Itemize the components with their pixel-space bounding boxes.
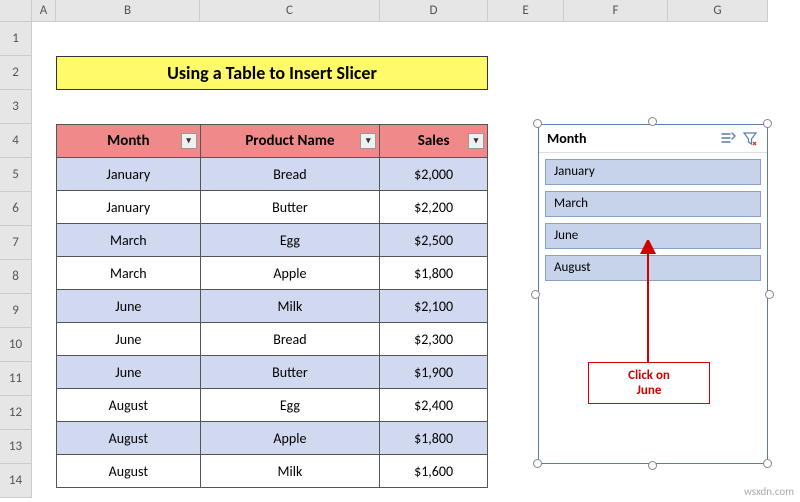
select-all-corner[interactable] xyxy=(0,0,32,21)
cell-product[interactable]: Egg xyxy=(200,389,380,422)
cell-product[interactable]: Bread xyxy=(200,323,380,356)
col-header-e[interactable]: E xyxy=(488,0,564,21)
table-row: JanuaryButter$2,200 xyxy=(57,191,488,224)
col-header-sales-label: Sales xyxy=(418,132,450,150)
table-row: MarchEgg$2,500 xyxy=(57,224,488,257)
row-header-1[interactable]: 1 xyxy=(0,22,32,56)
cell-sales[interactable]: $1,800 xyxy=(380,422,488,455)
cell-product[interactable]: Bread xyxy=(200,158,380,191)
slicer-item-january[interactable]: January xyxy=(545,159,761,185)
row-header-3[interactable]: 3 xyxy=(0,90,32,124)
cell-product[interactable]: Apple xyxy=(200,257,380,290)
cell-product[interactable]: Butter xyxy=(200,191,380,224)
multi-select-icon[interactable] xyxy=(719,130,737,148)
slicer-item-march[interactable]: March xyxy=(545,191,761,217)
col-header-f[interactable]: F xyxy=(564,0,668,21)
cell-sales[interactable]: $2,400 xyxy=(380,389,488,422)
cell-month[interactable]: March xyxy=(57,257,201,290)
row-header-9[interactable]: 9 xyxy=(0,294,32,328)
col-header-g[interactable]: G xyxy=(668,0,768,21)
column-headers: A B C D E F G xyxy=(0,0,768,22)
cell-sales[interactable]: $2,100 xyxy=(380,290,488,323)
table-row: JuneMilk$2,100 xyxy=(57,290,488,323)
row-header-12[interactable]: 12 xyxy=(0,396,32,430)
row-header-11[interactable]: 11 xyxy=(0,362,32,396)
cell-product[interactable]: Egg xyxy=(200,224,380,257)
cell-product[interactable]: Butter xyxy=(200,356,380,389)
cell-month[interactable]: June xyxy=(57,323,201,356)
cell-product[interactable]: Milk xyxy=(200,290,380,323)
filter-dropdown-icon[interactable]: ▾ xyxy=(181,133,197,149)
callout-text: Click on June xyxy=(628,368,670,398)
slicer-panel[interactable]: Month January March June August xyxy=(538,124,768,464)
cell-sales[interactable]: $2,200 xyxy=(380,191,488,224)
watermark: wsxdn.com xyxy=(744,485,794,498)
table-row: AugustEgg$2,400 xyxy=(57,389,488,422)
col-header-month[interactable]: Month ▾ xyxy=(57,125,201,158)
table-row: AugustMilk$1,600 xyxy=(57,455,488,488)
table-row: MarchApple$1,800 xyxy=(57,257,488,290)
table-row: JuneButter$1,900 xyxy=(57,356,488,389)
cell-month[interactable]: August xyxy=(57,455,201,488)
cell-product[interactable]: Milk xyxy=(200,455,380,488)
row-header-14[interactable]: 14 xyxy=(0,464,32,498)
row-header-6[interactable]: 6 xyxy=(0,192,32,226)
cell-sales[interactable]: $2,500 xyxy=(380,224,488,257)
table-row: JanuaryBread$2,000 xyxy=(57,158,488,191)
cell-sales[interactable]: $2,300 xyxy=(380,323,488,356)
cell-month[interactable]: March xyxy=(57,224,201,257)
cell-month[interactable]: August xyxy=(57,389,201,422)
callout-box: Click on June xyxy=(588,362,710,404)
table-row: AugustApple$1,800 xyxy=(57,422,488,455)
cell-sales[interactable]: $1,900 xyxy=(380,356,488,389)
slicer-title: Month xyxy=(547,130,587,147)
row-header-2[interactable]: 2 xyxy=(0,56,32,90)
row-header-7[interactable]: 7 xyxy=(0,226,32,260)
table-row: JuneBread$2,300 xyxy=(57,323,488,356)
page-title-text: Using a Table to Insert Slicer xyxy=(167,62,377,84)
row-header-13[interactable]: 13 xyxy=(0,430,32,464)
col-header-d[interactable]: D xyxy=(380,0,488,21)
row-header-5[interactable]: 5 xyxy=(0,158,32,192)
filter-dropdown-icon[interactable]: ▾ xyxy=(360,133,376,149)
cell-month[interactable]: June xyxy=(57,356,201,389)
cell-month[interactable]: June xyxy=(57,290,201,323)
slicer-header[interactable]: Month xyxy=(539,125,767,153)
cell-month[interactable]: August xyxy=(57,422,201,455)
data-table: Month ▾ Product Name ▾ Sales ▾ JanuaryBr… xyxy=(56,124,488,488)
col-header-c[interactable]: C xyxy=(200,0,380,21)
slicer-items: January March June August xyxy=(539,153,767,293)
col-header-month-label: Month xyxy=(107,132,149,150)
cell-sales[interactable]: $2,000 xyxy=(380,158,488,191)
clear-filter-icon[interactable] xyxy=(741,130,759,148)
col-header-product-label: Product Name xyxy=(245,132,334,150)
col-header-b[interactable]: B xyxy=(56,0,200,21)
cell-month[interactable]: January xyxy=(57,191,201,224)
table-body: JanuaryBread$2,000 JanuaryButter$2,200 M… xyxy=(57,158,488,488)
cell-sales[interactable]: $1,600 xyxy=(380,455,488,488)
filter-dropdown-icon[interactable]: ▾ xyxy=(468,133,484,149)
col-header-a[interactable]: A xyxy=(32,0,56,21)
col-header-sales[interactable]: Sales ▾ xyxy=(380,125,488,158)
page-title: Using a Table to Insert Slicer xyxy=(56,56,488,90)
cell-month[interactable]: January xyxy=(57,158,201,191)
col-header-product[interactable]: Product Name ▾ xyxy=(200,125,380,158)
cell-sales[interactable]: $1,800 xyxy=(380,257,488,290)
slicer-item-august[interactable]: August xyxy=(545,255,761,281)
row-header-8[interactable]: 8 xyxy=(0,260,32,294)
slicer-item-june[interactable]: June xyxy=(545,223,761,249)
row-header-10[interactable]: 10 xyxy=(0,328,32,362)
row-header-4[interactable]: 4 xyxy=(0,124,32,158)
row-headers: 1 2 3 4 5 6 7 8 9 10 11 12 13 14 xyxy=(0,22,32,498)
cell-product[interactable]: Apple xyxy=(200,422,380,455)
